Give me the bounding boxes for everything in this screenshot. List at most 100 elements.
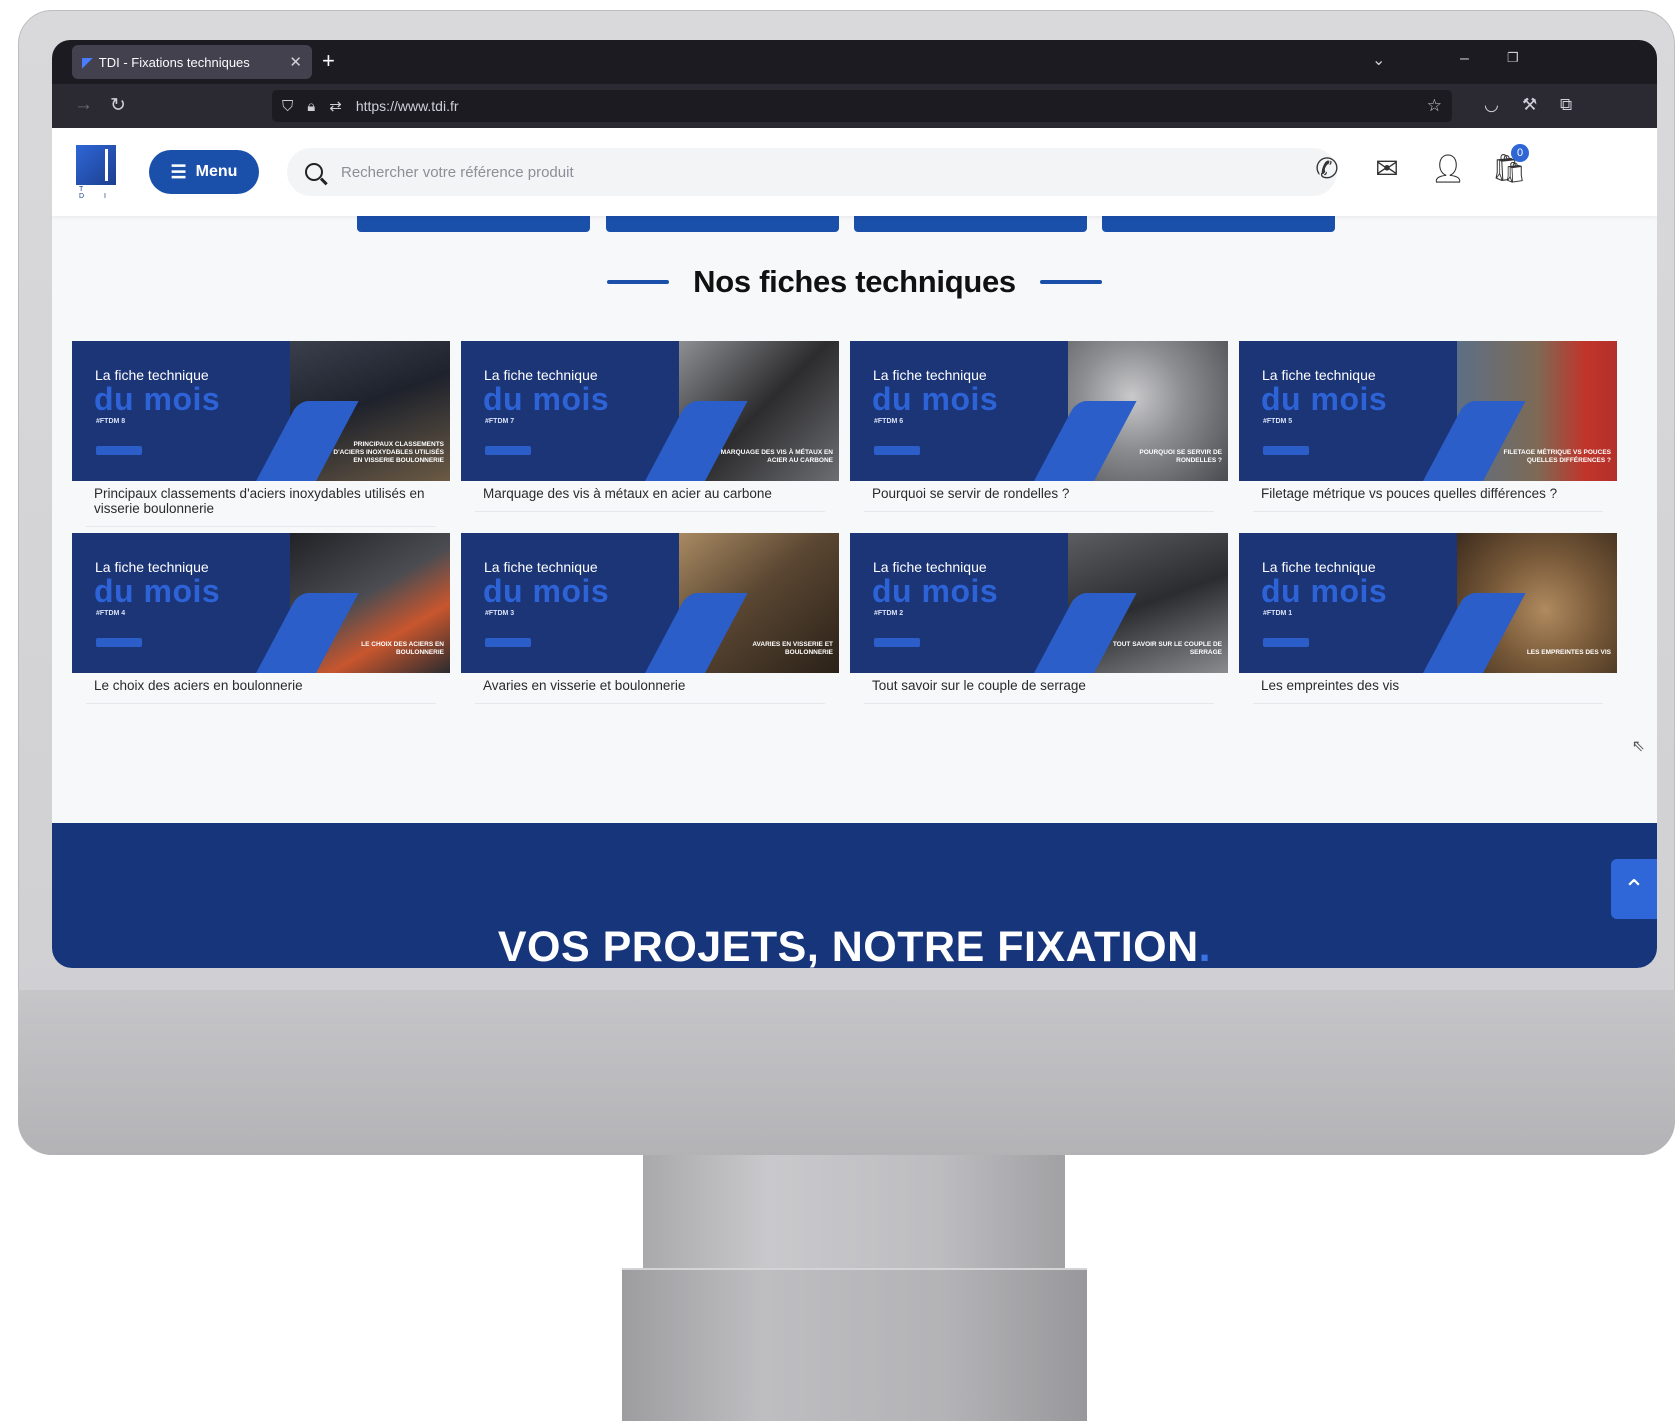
technical-sheet-card[interactable]: La fiche technique du mois #FTDM 3 Avari… <box>461 533 839 710</box>
footer-title-text: VOS PROJETS, NOTRE FIXATION <box>497 923 1199 968</box>
card-badge: du mois <box>483 573 610 609</box>
card-number: #FTDM 7 <box>485 418 515 425</box>
card-banner[interactable]: La fiche technique du mois #FTDM 7 Marqu… <box>461 341 839 481</box>
technical-sheet-card[interactable]: La fiche technique du mois #FTDM 4 Le ch… <box>72 533 450 710</box>
hamburger-icon: ☰ <box>170 161 187 182</box>
category-button[interactable] <box>854 216 1087 232</box>
card-badge: du mois <box>1261 381 1388 417</box>
minimize-icon[interactable]: – <box>1460 50 1469 68</box>
screen: ◤ TDI - Fixations techniques ✕ + ⌄ – ❐ →… <box>52 40 1657 968</box>
card-badge: du mois <box>483 381 610 417</box>
search-icon <box>305 163 323 181</box>
card-divider <box>86 703 436 704</box>
reload-icon[interactable]: ↻ <box>110 94 126 117</box>
menu-label: Menu <box>195 163 238 180</box>
card-photo-caption: Pourquoi se servir de rondelles ? <box>1139 449 1222 464</box>
tdi-logo[interactable]: T D I <box>76 145 116 200</box>
card-divider <box>475 511 825 512</box>
wrench-icon[interactable]: ⚒ <box>1522 95 1537 115</box>
card-banner[interactable]: La fiche technique du mois #FTDM 1 Les e… <box>1239 533 1617 673</box>
card-badge: du mois <box>94 573 221 609</box>
category-button[interactable] <box>357 216 590 232</box>
technical-sheet-card[interactable]: La fiche technique du mois #FTDM 8 Princ… <box>72 341 450 527</box>
card-photo-caption: Avaries en visserie et boulonnerie <box>752 641 833 656</box>
browser-toolbar: → ↻ ⛉ 🔒︎ ⇄ https://www.tdi.fr ☆ ◡ ⚒ ⧉ <box>52 84 1657 128</box>
restore-icon[interactable]: ❐ <box>1507 50 1519 66</box>
card-pill <box>1263 638 1309 647</box>
footer-title: VOS PROJETS, NOTRE FIXATION. <box>52 923 1657 968</box>
url-text[interactable]: https://www.tdi.fr <box>356 98 1427 114</box>
back-to-top-button[interactable]: ⌃ <box>1611 859 1657 919</box>
card-divider <box>475 703 825 704</box>
tab-list-chevron-icon[interactable]: ⌄ <box>1372 50 1385 70</box>
mouse-cursor-icon: ⇖ <box>1631 738 1645 755</box>
monitor-stand-neck <box>643 1155 1065 1270</box>
phone-icon[interactable]: ✆ <box>1307 152 1347 185</box>
logo-letters: T D I <box>79 186 115 200</box>
card-divider <box>864 511 1214 512</box>
card-title[interactable]: Filetage métrique vs pouces quelles diff… <box>1239 481 1617 501</box>
search-input[interactable]: Rechercher votre référence produit <box>341 164 574 181</box>
menu-button[interactable]: ☰ Menu <box>149 150 259 194</box>
page-content: Nos fiches techniques La fiche technique… <box>52 216 1657 968</box>
cart-icon[interactable]: 🛍︎ 0 <box>1489 144 1529 185</box>
card-number: #FTDM 4 <box>96 610 126 617</box>
card-pill <box>874 638 920 647</box>
technical-sheet-card[interactable]: La fiche technique du mois #FTDM 6 Pourq… <box>850 341 1228 518</box>
technical-sheet-card[interactable]: La fiche technique du mois #FTDM 1 Les e… <box>1239 533 1617 710</box>
new-tab-button[interactable]: + <box>322 50 335 72</box>
pocket-icon[interactable]: ◡ <box>1484 95 1499 115</box>
card-divider <box>86 526 436 527</box>
card-banner[interactable]: La fiche technique du mois #FTDM 4 Le ch… <box>72 533 450 673</box>
card-title[interactable]: Pourquoi se servir de rondelles ? <box>850 481 1228 501</box>
card-banner[interactable]: La fiche technique du mois #FTDM 2 Tout … <box>850 533 1228 673</box>
category-button[interactable] <box>606 216 839 232</box>
technical-sheet-card[interactable]: La fiche technique du mois #FTDM 7 Marqu… <box>461 341 839 518</box>
section-heading: Nos fiches techniques <box>52 264 1657 300</box>
forward-icon[interactable]: → <box>74 94 93 116</box>
technical-sheet-grid: La fiche technique du mois #FTDM 8 Princ… <box>72 341 1622 710</box>
card-title[interactable]: Tout savoir sur le couple de serrage <box>850 673 1228 693</box>
cart-count-badge: 0 <box>1511 144 1529 162</box>
card-title[interactable]: Le choix des aciers en boulonnerie <box>72 673 450 693</box>
card-pill <box>96 446 142 455</box>
card-title[interactable]: Les empreintes des vis <box>1239 673 1617 693</box>
card-photo-caption: Les empreintes des vis <box>1526 649 1611 656</box>
address-bar[interactable]: ⛉ 🔒︎ ⇄ https://www.tdi.fr ☆ <box>272 90 1452 122</box>
lock-icon[interactable]: 🔒︎ <box>307 98 315 115</box>
monitor-chin <box>18 990 1675 1155</box>
star-icon[interactable]: ☆ <box>1427 96 1442 116</box>
favicon-icon: ◤ <box>82 53 93 70</box>
logo-mark <box>76 145 116 185</box>
card-title[interactable]: Principaux classements d'aciers inoxydab… <box>72 481 450 516</box>
category-button[interactable] <box>1102 216 1335 232</box>
shield-icon[interactable]: ⛉ <box>282 98 293 115</box>
card-title[interactable]: Avaries en visserie et boulonnerie <box>461 673 839 693</box>
card-title[interactable]: Marquage des vis à métaux en acier au ca… <box>461 481 839 501</box>
card-banner[interactable]: La fiche technique du mois #FTDM 6 Pourq… <box>850 341 1228 481</box>
card-badge: du mois <box>1261 573 1388 609</box>
user-icon[interactable]: 👤︎ <box>1428 152 1468 185</box>
tab-close-icon[interactable]: ✕ <box>289 53 302 71</box>
permissions-icon[interactable]: ⇄ <box>329 97 342 115</box>
card-photo-caption: Principaux classements d'aciers inoxydab… <box>333 441 444 464</box>
search-bar[interactable]: Rechercher votre référence produit <box>287 148 1337 196</box>
card-banner[interactable]: La fiche technique du mois #FTDM 5 Filet… <box>1239 341 1617 481</box>
card-badge: du mois <box>872 573 999 609</box>
card-number: #FTDM 1 <box>1263 610 1293 617</box>
browser-tab[interactable]: ◤ TDI - Fixations techniques ✕ <box>72 45 312 79</box>
extensions-icon[interactable]: ⧉ <box>1560 95 1572 115</box>
card-pill <box>1263 446 1309 455</box>
technical-sheet-card[interactable]: La fiche technique du mois #FTDM 2 Tout … <box>850 533 1228 710</box>
card-divider <box>864 703 1214 704</box>
card-number: #FTDM 3 <box>485 610 515 617</box>
footer-title-dot: . <box>1198 923 1212 968</box>
technical-sheet-card[interactable]: La fiche technique du mois #FTDM 5 Filet… <box>1239 341 1617 518</box>
card-number: #FTDM 8 <box>96 418 126 425</box>
card-banner[interactable]: La fiche technique du mois #FTDM 8 Princ… <box>72 341 450 481</box>
browser-tab-bar: ◤ TDI - Fixations techniques ✕ + ⌄ – ❐ <box>52 40 1657 84</box>
card-pill <box>485 638 531 647</box>
card-banner[interactable]: La fiche technique du mois #FTDM 3 Avari… <box>461 533 839 673</box>
card-photo-caption: Marquage des vis à métaux en acier au ca… <box>720 449 833 464</box>
mail-icon[interactable]: ✉ <box>1367 152 1407 185</box>
